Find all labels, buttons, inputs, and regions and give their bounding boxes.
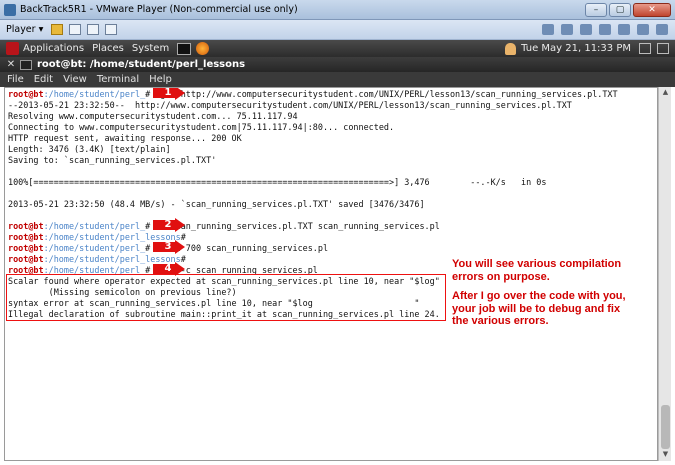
scroll-down-arrow-icon[interactable]: ▼ [660, 450, 671, 460]
unity-icon[interactable] [105, 24, 118, 35]
terminal-progress-line: 100%[===================================… [8, 177, 547, 187]
menu-edit[interactable]: Edit [34, 74, 53, 85]
player-menu[interactable]: Player ▾ [6, 24, 43, 35]
fullscreen-icon[interactable] [87, 24, 100, 35]
terminal-line: root@bt:/home/student/perl_# wget http:/… [8, 89, 618, 99]
places-menu[interactable]: Places [92, 43, 124, 54]
device-icon-3[interactable] [580, 24, 592, 35]
applications-menu[interactable]: Applications [23, 43, 84, 54]
terminal-output[interactable]: root@bt:/home/student/perl_# wget http:/… [4, 87, 658, 461]
menu-file[interactable]: File [7, 74, 24, 85]
network-status-icon[interactable] [657, 43, 669, 54]
terminal-line: Connecting to www.computersecuritystuden… [8, 122, 395, 132]
terminal-line: --2013-05-21 23:32:50-- http://www.compu… [8, 100, 572, 110]
annotation-line: your job will be to debug and fix [452, 302, 621, 315]
terminal-line: Saving to: `scan_running_services.pl.TXT… [8, 155, 217, 165]
device-icon-6[interactable] [637, 24, 649, 35]
device-icon-7[interactable] [656, 24, 668, 35]
callout-4: 4 [153, 262, 185, 276]
device-icon-1[interactable] [542, 24, 554, 35]
minimize-button[interactable]: – [585, 2, 607, 17]
firefox-launcher-icon[interactable] [196, 42, 210, 55]
window-title: BackTrack5R1 - VMware Player (Non-commer… [20, 4, 298, 15]
terminal-icon [20, 59, 32, 70]
terminal-title-bar: ✕ root@bt: /home/student/perl_lessons [0, 57, 675, 72]
menu-terminal[interactable]: Terminal [97, 74, 139, 85]
network-icon[interactable] [639, 43, 651, 54]
menu-help[interactable]: Help [149, 74, 172, 85]
callout-2: 2 [153, 218, 185, 232]
terminal-scrollbar[interactable]: ▲ ▼ [658, 87, 671, 461]
terminal-line: root@bt:/home/student/perl_# mv scan_run… [8, 221, 440, 231]
maximize-button[interactable]: ▢ [609, 2, 631, 17]
user-icon[interactable] [505, 42, 517, 55]
window-controls: – ▢ ✕ [585, 2, 671, 17]
terminal-title: root@bt: /home/student/perl_lessons [37, 59, 246, 70]
terminal-line: Length: 3476 (3.4K) [text/plain] [8, 144, 171, 154]
scroll-up-arrow-icon[interactable]: ▲ [660, 88, 671, 98]
close-button[interactable]: ✕ [633, 2, 671, 17]
vmware-title-bar: BackTrack5R1 - VMware Player (Non-commer… [0, 0, 675, 20]
terminal-launcher-icon[interactable] [177, 42, 192, 55]
backtrack-logo-icon [6, 42, 19, 55]
tutorial-annotation: You will see various compilation errors … [452, 258, 626, 328]
annotation-line: the various errors. [452, 315, 549, 327]
send-ctrl-alt-del-icon[interactable] [69, 24, 82, 35]
annotation-line: errors on purpose. [452, 270, 550, 283]
terminal-line: HTTP request sent, awaiting response... … [8, 133, 242, 143]
callout-3: 3 [153, 240, 185, 254]
annotation-line: After I go over the code with you, [452, 290, 626, 302]
menu-view[interactable]: View [63, 74, 87, 85]
terminal-line: Resolving www.computersecuritystudent.co… [8, 111, 298, 121]
annotation-line: You will see various compilation [452, 258, 622, 270]
scroll-thumb[interactable] [661, 405, 670, 449]
terminal-menubar: File Edit View Terminal Help [0, 72, 675, 87]
system-menu[interactable]: System [132, 43, 169, 54]
vmware-toolbar: Player ▾ [0, 20, 675, 40]
device-icon-2[interactable] [561, 24, 573, 35]
pause-icon[interactable] [51, 24, 64, 35]
terminal-close-icon[interactable]: ✕ [5, 59, 17, 70]
device-icon-4[interactable] [599, 24, 611, 35]
callout-1: 1 [153, 88, 185, 100]
vmware-app-icon [4, 3, 16, 16]
terminal-line: 2013-05-21 23:32:50 (48.4 MB/s) - `scan_… [8, 199, 425, 209]
device-icon-5[interactable] [618, 24, 630, 35]
gnome-panel: Applications Places System Tue May 21, 1… [0, 40, 675, 57]
panel-clock[interactable]: Tue May 21, 11:33 PM [521, 43, 631, 54]
error-highlight-box [6, 274, 446, 321]
